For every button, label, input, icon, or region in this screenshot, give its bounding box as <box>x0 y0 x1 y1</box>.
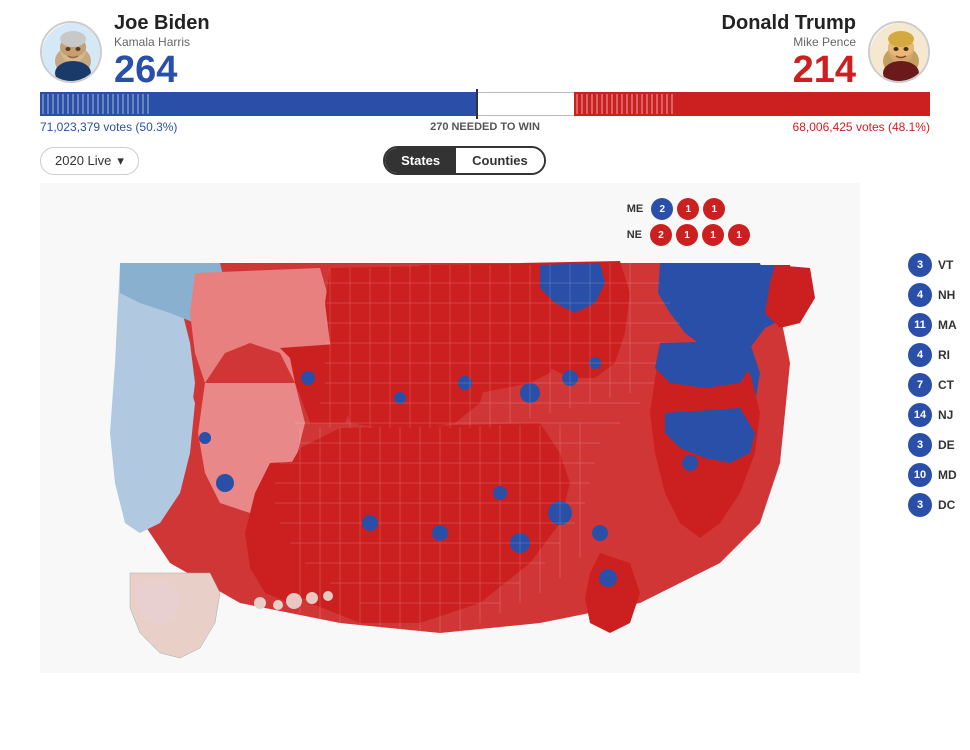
electoral-bar <box>40 92 930 116</box>
map-container: ME 2 1 1 NE 2 1 <box>40 183 860 673</box>
badge-num-ct: 7 <box>908 373 932 397</box>
badge-num-ma: 11 <box>908 313 932 337</box>
biden-avatar <box>40 21 102 83</box>
trump-avatar <box>868 21 930 83</box>
bar-undecided-segment <box>476 92 574 116</box>
badge-abbr-ct: CT <box>938 378 960 392</box>
me-row: ME 2 1 1 <box>627 198 750 220</box>
badge-abbr-nh: NH <box>938 288 960 302</box>
state-badge-nh: 4 NH <box>860 283 960 307</box>
badge-abbr-dc: DC <box>938 498 960 512</box>
state-badge-de: 3 DE <box>860 433 960 457</box>
main-content: ME 2 1 1 NE 2 1 <box>0 183 970 673</box>
biden-popular-votes: 71,023,379 votes (50.3%) <box>40 120 177 134</box>
badge-abbr-md: MD <box>938 468 960 482</box>
badge-num-nh: 4 <box>908 283 932 307</box>
badge-abbr-nj: NJ <box>938 408 960 422</box>
badge-abbr-ri: RI <box>938 348 960 362</box>
biden-name: Joe Biden <box>114 12 210 35</box>
270-needed-label: 270 NEEDED TO WIN <box>430 121 540 133</box>
badge-abbr-vt: VT <box>938 258 960 272</box>
trump-vp: Mike Pence <box>722 35 856 49</box>
electoral-bar-container: 71,023,379 votes (50.3%) 270 NEEDED TO W… <box>0 92 970 142</box>
ne-label: NE <box>627 229 642 241</box>
state-badge-ri: 4 RI <box>860 343 960 367</box>
me-ne-badges: ME 2 1 1 NE 2 1 <box>627 198 750 250</box>
trump-popular-votes: 68,006,425 votes (48.1%) <box>793 120 930 134</box>
right-panel: 3 VT 4 NH 11 MA 4 RI 7 CT 14 NJ 3 DE 10 MD 3 DC <box>860 183 960 673</box>
toggle-counties-btn[interactable]: Counties <box>456 148 544 173</box>
state-badge-ma: 11 MA <box>860 313 960 337</box>
header-row: Joe Biden Kamala Harris 264 Donald Trum <box>0 0 970 92</box>
biden-electoral: 264 <box>114 49 210 92</box>
ne-row: NE 2 1 1 1 <box>627 224 750 246</box>
bar-blue-segment <box>40 92 476 116</box>
dropdown-label: 2020 Live <box>55 153 111 168</box>
map-toggle-group: States Counties <box>383 146 546 175</box>
state-badge-vt: 3 VT <box>860 253 960 277</box>
ne-red1-badge: 2 <box>650 224 672 246</box>
badge-abbr-de: DE <box>938 438 960 452</box>
trump-info: Donald Trump Mike Pence 214 <box>722 12 856 92</box>
ne-red3-badge: 1 <box>702 224 724 246</box>
ne-red2-badge: 1 <box>676 224 698 246</box>
dropdown-chevron-icon: ▾ <box>117 153 124 169</box>
controls-row: 2020 Live ▾ States Counties <box>0 142 970 183</box>
badge-num-md: 10 <box>908 463 932 487</box>
badge-num-de: 3 <box>908 433 932 457</box>
us-map-svg <box>40 183 860 673</box>
me-label: ME <box>627 203 644 215</box>
state-badges-container: 3 VT 4 NH 11 MA 4 RI 7 CT 14 NJ 3 DE 10 MD 3 DC <box>860 253 960 523</box>
badge-num-dc: 3 <box>908 493 932 517</box>
biden-candidate: Joe Biden Kamala Harris 264 <box>40 12 210 92</box>
state-badge-ct: 7 CT <box>860 373 960 397</box>
biden-info: Joe Biden Kamala Harris 264 <box>114 12 210 92</box>
state-badge-dc: 3 DC <box>860 493 960 517</box>
me-red2-badge: 1 <box>703 198 725 220</box>
bar-subtitle-row: 71,023,379 votes (50.3%) 270 NEEDED TO W… <box>40 116 930 142</box>
badge-num-ri: 4 <box>908 343 932 367</box>
trump-electoral: 214 <box>722 49 856 92</box>
trump-name: Donald Trump <box>722 12 856 35</box>
trump-candidate: Donald Trump Mike Pence 214 <box>722 12 930 92</box>
year-dropdown[interactable]: 2020 Live ▾ <box>40 147 139 175</box>
badge-abbr-ma: MA <box>938 318 960 332</box>
ne-red4-badge: 1 <box>728 224 750 246</box>
270-marker <box>476 89 478 119</box>
badge-num-nj: 14 <box>908 403 932 427</box>
state-badge-md: 10 MD <box>860 463 960 487</box>
state-badge-nj: 14 NJ <box>860 403 960 427</box>
me-red1-badge: 1 <box>677 198 699 220</box>
toggle-states-btn[interactable]: States <box>385 148 456 173</box>
me-blue-badge: 2 <box>651 198 673 220</box>
bar-red-segment <box>574 92 930 116</box>
badge-num-vt: 3 <box>908 253 932 277</box>
biden-vp: Kamala Harris <box>114 35 210 49</box>
